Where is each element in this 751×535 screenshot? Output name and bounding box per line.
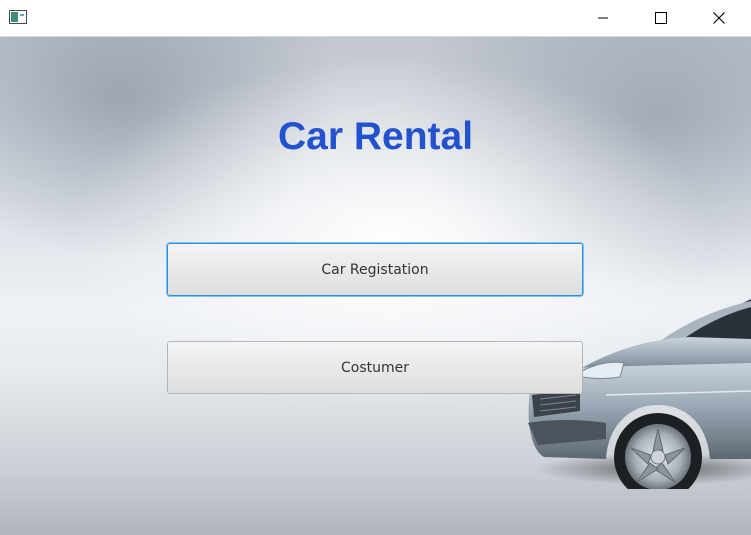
maximize-button[interactable] [632,0,690,36]
close-icon [713,12,725,24]
minimize-button[interactable] [574,0,632,36]
car-registration-button[interactable]: Car Registation [167,243,583,296]
main-panel: Car Rental Car Registation Costumer [0,37,751,535]
maximize-icon [655,12,667,24]
car-photo [528,299,751,489]
page-title: Car Rental [277,115,474,158]
minimize-icon [598,17,608,19]
title-bar[interactable] [0,0,751,37]
app-window: Car Rental Car Registation Costumer [0,0,751,535]
close-button[interactable] [690,0,748,36]
window-app-icon [9,10,27,24]
customer-button[interactable]: Costumer [167,341,583,394]
